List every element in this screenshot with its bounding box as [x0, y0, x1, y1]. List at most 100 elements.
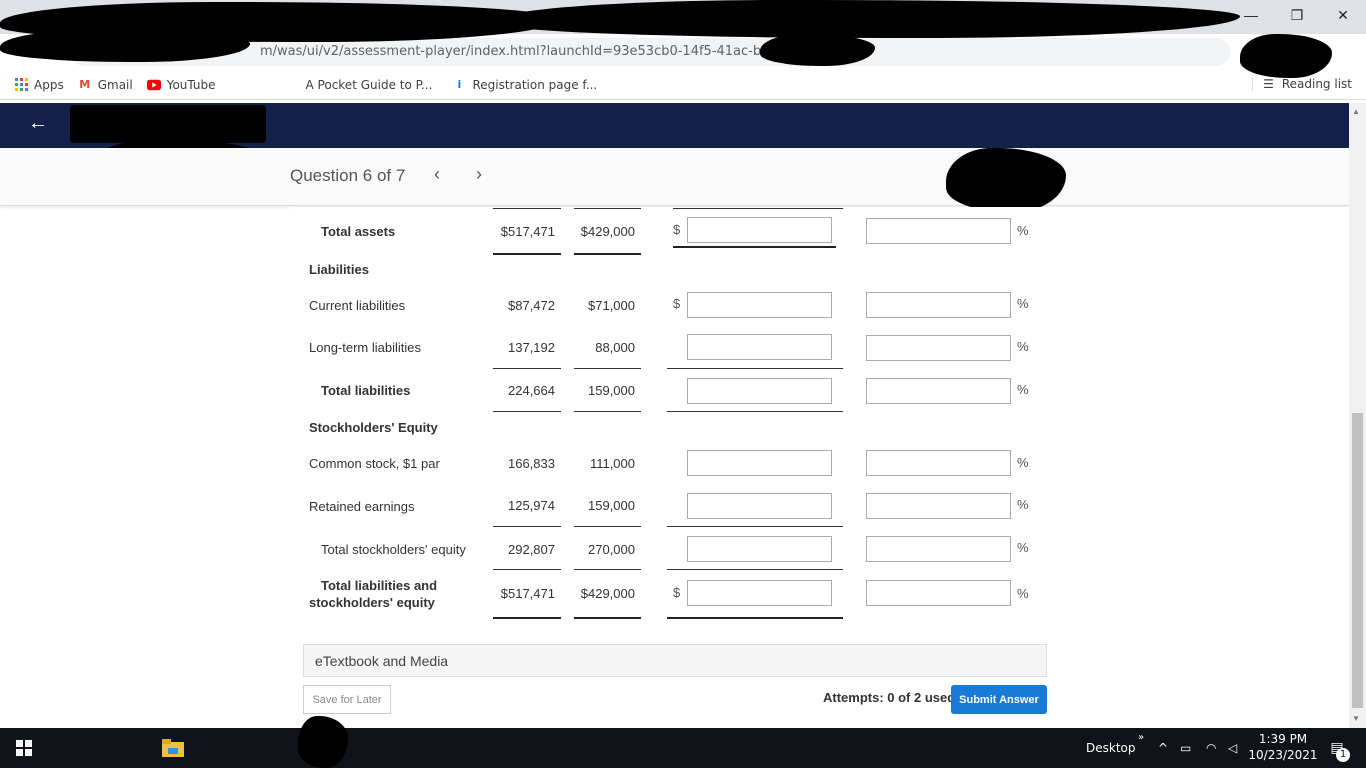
underline [667, 368, 843, 369]
windows-start-icon[interactable] [0, 728, 48, 768]
notification-count-badge: 1 [1336, 748, 1350, 762]
total-liabilities-y2: 159,000 [588, 383, 635, 398]
windows-taskbar: Desktop » ^ ▭ ◠ ◁ 1:39 PM 10/23/2021 ▤ 1 [0, 716, 1366, 768]
bookmark-label: Registration page f... [472, 77, 598, 92]
underline [574, 526, 641, 527]
underline [667, 411, 843, 412]
youtube-icon [146, 78, 161, 92]
double-underline [673, 246, 836, 248]
restore-icon[interactable]: ❐ [1274, 0, 1320, 30]
double-underline [574, 617, 641, 619]
etextbook-media-panel[interactable]: eTextbook and Media [303, 644, 1047, 677]
double-underline [574, 253, 641, 255]
percent-sign: % [1017, 296, 1029, 311]
underline [574, 208, 641, 209]
underline [574, 368, 641, 369]
dollar-sign: $ [673, 296, 681, 311]
underline [493, 526, 561, 527]
total-equity-y2: 270,000 [588, 542, 635, 557]
common-stock-y2: 111,000 [589, 456, 635, 471]
bookmark-youtube[interactable]: YouTube [146, 78, 216, 92]
long-term-liabilities-increase-input[interactable] [687, 334, 832, 360]
next-question-button[interactable]: › [476, 164, 482, 185]
reading-list[interactable]: ☰ Reading list [1252, 77, 1352, 91]
reading-list-label: Reading list [1281, 77, 1352, 91]
save-for-later-button[interactable]: Save for Later [303, 685, 391, 714]
common-stock-label: Common stock, $1 par [309, 456, 440, 471]
retained-earnings-increase-input[interactable] [687, 493, 832, 519]
common-stock-y1: 166,833 [508, 456, 555, 471]
battery-icon[interactable]: ▭ [1180, 728, 1191, 768]
volume-icon[interactable]: ◁ [1228, 728, 1237, 768]
long-term-liabilities-percent-input[interactable] [866, 335, 1011, 361]
percent-sign: % [1017, 455, 1029, 470]
total-liab-equity-y1: $517,471 [500, 586, 555, 601]
total-assets-y1: $517,471 [500, 224, 555, 239]
long-term-liabilities-y1: 137,192 [508, 340, 555, 355]
total-equity-label: Total stockholders' equity [321, 542, 466, 557]
underline [493, 569, 561, 570]
total-liabilities-label: Total liabilities [321, 383, 411, 398]
back-arrow-icon[interactable]: ← [28, 112, 48, 135]
question-bar: Question 6 of 7 ‹ › [0, 148, 1349, 206]
underline [493, 208, 561, 209]
percent-sign: % [1017, 223, 1029, 238]
clock[interactable]: 1:39 PM 10/23/2021 [1248, 731, 1318, 763]
clock-time: 1:39 PM [1258, 732, 1308, 746]
total-liabilities-increase-input[interactable] [687, 378, 832, 404]
redaction-mark [1240, 34, 1332, 78]
retained-earnings-y2: 159,000 [588, 498, 635, 513]
equity-heading: Stockholders' Equity [309, 420, 438, 435]
percent-sign: % [1017, 540, 1029, 555]
current-liabilities-increase-input[interactable] [687, 292, 832, 318]
wifi-icon[interactable]: ◠ [1206, 728, 1216, 768]
total-assets-increase-input[interactable] [687, 217, 832, 243]
show-hidden-icons-icon[interactable]: ^ [1158, 728, 1168, 768]
submit-answer-button[interactable]: Submit Answer [951, 685, 1047, 714]
file-explorer-icon[interactable] [150, 728, 196, 768]
bookmark-pocket-guide[interactable]: A Pocket Guide to P... [306, 78, 433, 92]
common-stock-percent-input[interactable] [866, 450, 1011, 476]
total-assets-percent-input[interactable] [866, 218, 1011, 244]
total-equity-increase-input[interactable] [687, 536, 832, 562]
bookmark-registration[interactable]: i Registration page f... [452, 77, 598, 92]
total-liabilities-percent-input[interactable] [866, 378, 1011, 404]
bookmark-apps[interactable]: Apps [14, 78, 64, 92]
total-liab-equity-percent-input[interactable] [866, 580, 1011, 606]
long-term-liabilities-label: Long-term liabilities [309, 340, 421, 355]
scroll-up-icon[interactable]: ▲ [1352, 107, 1360, 116]
prev-question-button[interactable]: ‹ [434, 164, 440, 185]
bookmarks-bar: Apps M Gmail YouTube A Pocket Guide to P… [0, 70, 1366, 100]
question-title: Question 6 of 7 [290, 166, 406, 185]
total-liab-equity-y2: $429,000 [580, 586, 635, 601]
percent-sign: % [1017, 382, 1029, 397]
desktop-toolbar[interactable]: Desktop [1086, 728, 1136, 768]
total-liab-equity-label-2: stockholders' equity [309, 595, 435, 610]
apps-grid-icon [14, 78, 28, 92]
double-underline [667, 617, 843, 619]
common-stock-increase-input[interactable] [687, 450, 832, 476]
notifications-icon[interactable]: ▤ [1322, 728, 1352, 768]
total-equity-percent-input[interactable] [866, 536, 1011, 562]
percent-sign: % [1017, 497, 1029, 512]
bookmark-gmail[interactable]: M Gmail [78, 78, 133, 92]
toolbar-expand-icon[interactable]: » [1138, 732, 1144, 743]
total-liab-equity-increase-input[interactable] [687, 580, 832, 606]
reading-list-icon: ☰ [1263, 77, 1274, 91]
scrollbar-thumb[interactable] [1352, 413, 1363, 708]
redaction-mark [946, 148, 1066, 212]
redaction-mark [760, 34, 875, 66]
total-assets-y2: $429,000 [580, 224, 635, 239]
percent-sign: % [1017, 339, 1029, 354]
underline [493, 411, 561, 412]
long-term-liabilities-y2: 88,000 [595, 340, 635, 355]
retained-earnings-percent-input[interactable] [866, 493, 1011, 519]
redaction-mark [0, 30, 250, 62]
total-assets-label: Total assets [321, 224, 396, 239]
scroll-down-icon[interactable]: ▼ [1352, 714, 1360, 723]
close-window-icon[interactable]: ✕ [1320, 0, 1366, 30]
underline [574, 569, 641, 570]
current-liabilities-percent-input[interactable] [866, 292, 1011, 318]
underline [667, 569, 843, 570]
current-liabilities-label: Current liabilities [309, 298, 406, 313]
